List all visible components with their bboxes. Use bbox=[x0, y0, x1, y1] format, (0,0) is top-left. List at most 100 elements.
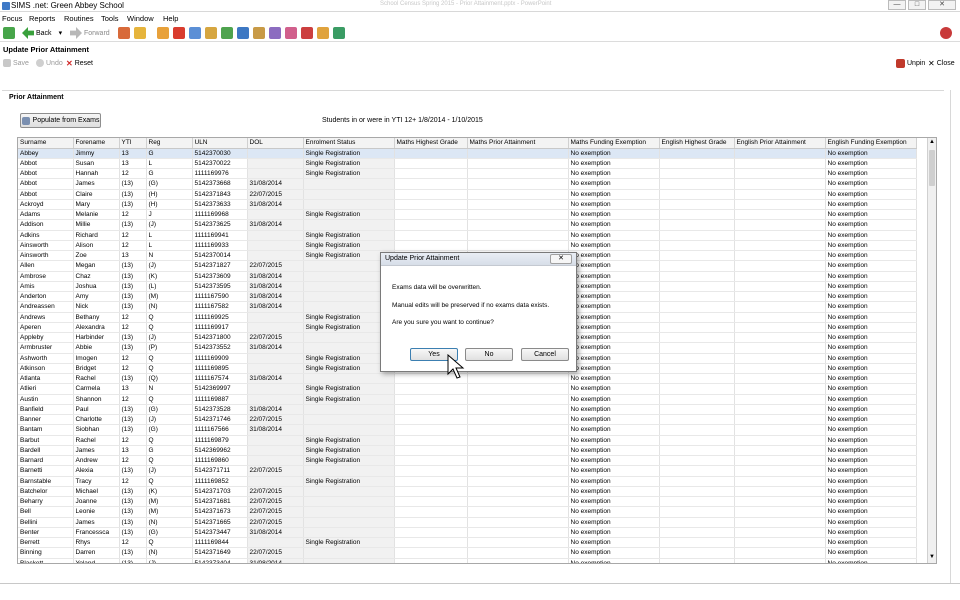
cell-forename[interactable]: Carmela bbox=[73, 383, 120, 395]
cell-maths-funding-exemption[interactable]: No exemption bbox=[568, 312, 660, 323]
cell-surname[interactable]: Berrett bbox=[18, 537, 74, 549]
cell-reg[interactable]: (H) bbox=[146, 189, 193, 200]
cell-yti[interactable]: (13) bbox=[119, 527, 147, 539]
cell-english-highest-grade[interactable] bbox=[659, 271, 735, 282]
teacher-icon[interactable] bbox=[317, 27, 329, 39]
cell-surname[interactable]: Ackroyd bbox=[18, 199, 74, 211]
cell-yti[interactable]: (13) bbox=[119, 260, 147, 272]
table-row[interactable]: Ainsworth Alison 12 L 1111169933 Single Regis… bbox=[18, 240, 917, 252]
cell-maths-funding-exemption[interactable]: No exemption bbox=[568, 353, 660, 364]
cell-maths-highest-grade[interactable] bbox=[394, 199, 468, 211]
cell-yti[interactable]: 12 bbox=[119, 353, 147, 364]
cell-dol[interactable]: 31/08/2014 bbox=[247, 199, 304, 211]
cell-english-prior-attainment[interactable] bbox=[734, 547, 826, 559]
cell-reg[interactable]: Q bbox=[146, 455, 193, 467]
cell-uln[interactable]: 5142373609 bbox=[192, 271, 248, 282]
cell-surname[interactable]: Benter bbox=[18, 527, 74, 539]
cell-surname[interactable]: Binning bbox=[18, 547, 74, 559]
table-row[interactable]: Bardell James 13 G 5142369962 Single Registra… bbox=[18, 445, 917, 457]
cell-uln[interactable]: 1111169925 bbox=[192, 312, 248, 323]
cell-surname[interactable]: Beharry bbox=[18, 496, 74, 508]
cell-maths-funding-exemption[interactable]: No exemption bbox=[568, 168, 660, 180]
cell-reg[interactable]: (N) bbox=[146, 547, 193, 559]
cell-dol[interactable]: 22/07/2015 bbox=[247, 496, 304, 508]
cell-reg[interactable]: G bbox=[146, 445, 193, 457]
cell-maths-funding-exemption[interactable]: No exemption bbox=[568, 271, 660, 282]
cell-maths-funding-exemption[interactable]: No exemption bbox=[568, 342, 660, 354]
cell-dol[interactable]: 31/08/2014 bbox=[247, 219, 304, 231]
cell-english-funding-exemption[interactable]: No exemption bbox=[825, 178, 917, 190]
cell-uln[interactable]: 5142371649 bbox=[192, 547, 248, 559]
cell-dol[interactable]: 22/07/2015 bbox=[247, 465, 304, 477]
cell-forename[interactable]: Rachel bbox=[73, 435, 120, 446]
cell-maths-prior-attainment[interactable] bbox=[467, 465, 569, 477]
cell-english-funding-exemption[interactable]: No exemption bbox=[825, 476, 917, 487]
cell-english-highest-grade[interactable] bbox=[659, 445, 735, 457]
cell-forename[interactable]: Harbinder bbox=[73, 332, 120, 344]
cell-uln[interactable]: 1111169887 bbox=[192, 394, 248, 405]
cell-yti[interactable]: 13 bbox=[119, 158, 147, 170]
cell-forename[interactable]: Richard bbox=[73, 230, 120, 241]
cell-english-highest-grade[interactable] bbox=[659, 158, 735, 170]
cell-english-highest-grade[interactable] bbox=[659, 476, 735, 487]
cell-english-funding-exemption[interactable]: No exemption bbox=[825, 271, 917, 282]
cell-reg[interactable]: (J) bbox=[146, 260, 193, 272]
cell-surname[interactable]: Ainsworth bbox=[18, 250, 74, 262]
cell-enrolment-status[interactable] bbox=[303, 527, 395, 539]
cell-english-funding-exemption[interactable]: No exemption bbox=[825, 230, 917, 241]
cell-maths-funding-exemption[interactable]: No exemption bbox=[568, 414, 660, 426]
cell-uln[interactable]: 1111169860 bbox=[192, 455, 248, 467]
cell-forename[interactable]: James bbox=[73, 178, 120, 190]
cell-yti[interactable]: 13 bbox=[119, 148, 147, 159]
cell-dol[interactable]: 22/07/2015 bbox=[247, 547, 304, 559]
cell-maths-prior-attainment[interactable] bbox=[467, 445, 569, 457]
cell-uln[interactable]: 1111169941 bbox=[192, 230, 248, 241]
cell-reg[interactable]: L bbox=[146, 158, 193, 170]
cell-uln[interactable]: 5142371703 bbox=[192, 486, 248, 498]
cell-maths-funding-exemption[interactable]: No exemption bbox=[568, 301, 660, 313]
populate-from-exams-button[interactable]: Populate from Exams bbox=[20, 113, 101, 128]
cell-surname[interactable]: Atkinson bbox=[18, 363, 74, 375]
cell-english-funding-exemption[interactable]: No exemption bbox=[825, 383, 917, 395]
cell-english-prior-attainment[interactable] bbox=[734, 158, 826, 170]
cell-dol[interactable] bbox=[247, 363, 304, 375]
cell-uln[interactable]: 1111169917 bbox=[192, 322, 248, 334]
cell-dol[interactable]: 31/08/2014 bbox=[247, 424, 304, 436]
cell-surname[interactable]: Banner bbox=[18, 414, 74, 426]
cell-dol[interactable]: 31/08/2014 bbox=[247, 301, 304, 313]
cell-dol[interactable]: 31/08/2014 bbox=[247, 281, 304, 293]
cell-english-highest-grade[interactable] bbox=[659, 353, 735, 364]
cell-uln[interactable]: 5142370014 bbox=[192, 250, 248, 262]
cell-surname[interactable]: Barbut bbox=[18, 435, 74, 446]
cell-english-highest-grade[interactable] bbox=[659, 455, 735, 467]
cell-uln[interactable]: 5142373668 bbox=[192, 178, 248, 190]
cell-maths-highest-grade[interactable] bbox=[394, 435, 468, 446]
flag-icon[interactable] bbox=[173, 27, 185, 39]
cell-surname[interactable]: Ashworth bbox=[18, 353, 74, 364]
cell-english-prior-attainment[interactable] bbox=[734, 230, 826, 241]
table-row[interactable]: Bell Leonie (13) (M) 5142371673 22/07/2015 No … bbox=[18, 506, 917, 518]
cell-english-prior-attainment[interactable] bbox=[734, 168, 826, 180]
cell-dol[interactable] bbox=[247, 148, 304, 159]
cell-uln[interactable]: 5142371827 bbox=[192, 260, 248, 272]
col-enrolment-status[interactable]: Enrolment Status bbox=[303, 138, 395, 149]
cell-reg[interactable]: Q bbox=[146, 394, 193, 405]
cell-surname[interactable]: Bellini bbox=[18, 517, 74, 528]
table-row[interactable]: Banner Charlotte (13) (J) 5142371746 22/07/20… bbox=[18, 414, 917, 426]
cell-dol[interactable] bbox=[247, 168, 304, 180]
cell-enrolment-status[interactable]: Single Registration bbox=[303, 230, 395, 241]
cell-english-highest-grade[interactable] bbox=[659, 414, 735, 426]
cell-yti[interactable]: 13 bbox=[119, 383, 147, 395]
cell-maths-funding-exemption[interactable]: No exemption bbox=[568, 394, 660, 405]
cell-english-prior-attainment[interactable] bbox=[734, 506, 826, 518]
cell-english-prior-attainment[interactable] bbox=[734, 250, 826, 262]
table-row[interactable]: Adams Melanie 12 J 1111169968 Single Registra… bbox=[18, 209, 917, 221]
cell-english-prior-attainment[interactable] bbox=[734, 435, 826, 446]
cell-maths-funding-exemption[interactable]: No exemption bbox=[568, 189, 660, 200]
cell-maths-highest-grade[interactable] bbox=[394, 209, 468, 221]
cell-surname[interactable]: Abbey bbox=[18, 148, 74, 159]
cell-forename[interactable]: Alexia bbox=[73, 465, 120, 477]
cell-reg[interactable]: (M) bbox=[146, 496, 193, 508]
cell-reg[interactable]: (Q) bbox=[146, 373, 193, 385]
table-row[interactable]: Atlanta Rachel (13) (Q) 1111167574 31/08/2014… bbox=[18, 373, 917, 385]
